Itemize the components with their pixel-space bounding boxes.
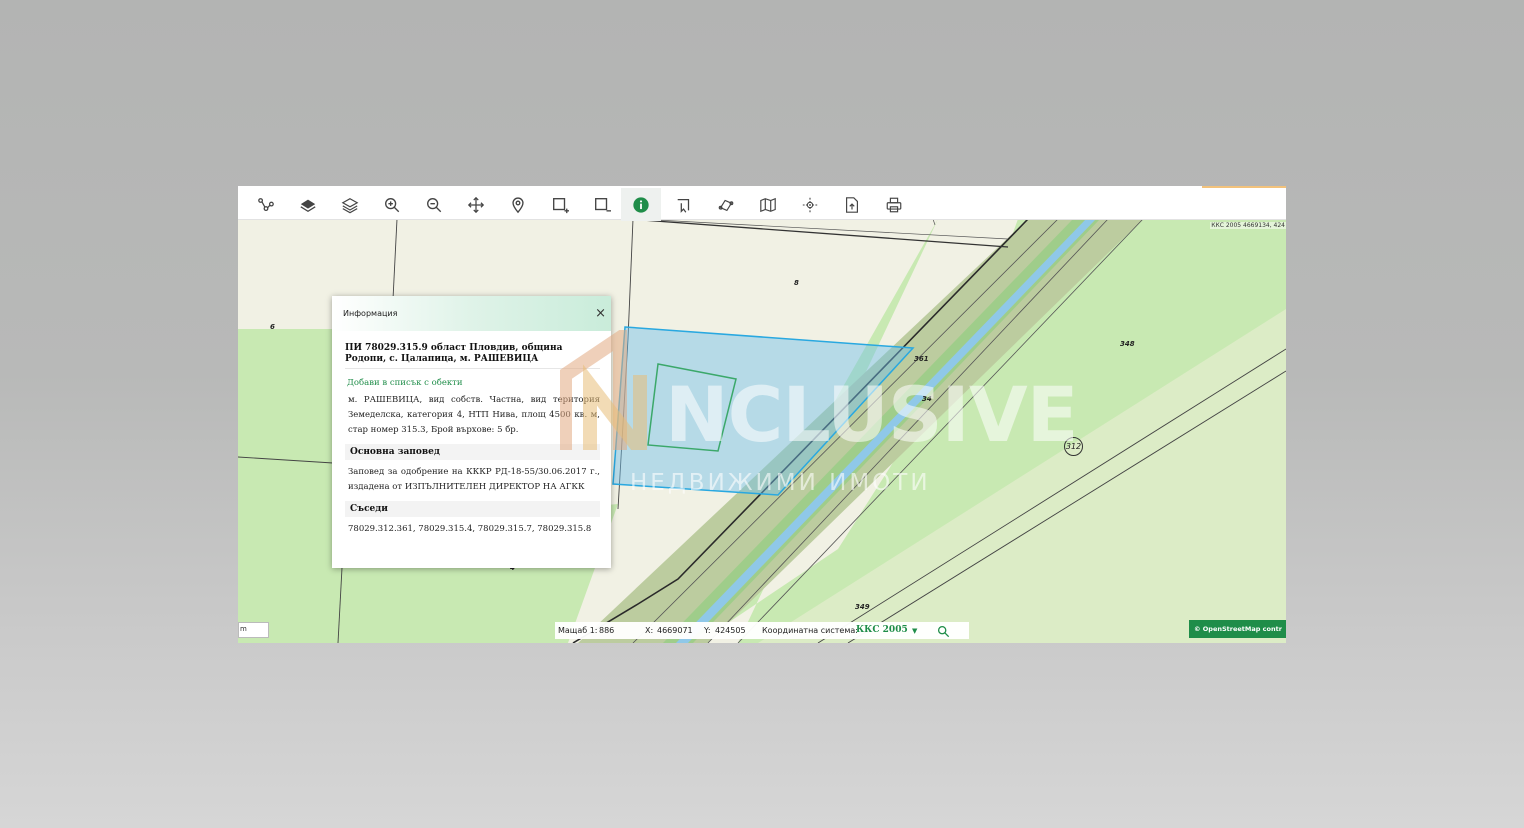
layers-filled-icon <box>300 199 316 212</box>
scale-label: Мащаб 1: <box>558 626 598 635</box>
print-button[interactable] <box>874 188 914 221</box>
layers-button[interactable] <box>288 188 328 221</box>
map-toolbar <box>238 186 1286 221</box>
crs-select[interactable]: ККС 2005 <box>856 625 908 635</box>
rectangle-minus-icon <box>595 197 611 212</box>
zoom-out-icon <box>427 197 442 212</box>
export-button[interactable] <box>832 188 872 221</box>
parcel-title: ПИ 78029.315.9 област Пловдив, община Ро… <box>345 343 600 369</box>
polygon-node-icon <box>718 199 734 211</box>
info-button[interactable] <box>621 188 661 221</box>
locate-button[interactable] <box>498 188 538 221</box>
toolbar-accent-line <box>1202 186 1286 188</box>
info-popup: Информация × ПИ 78029.315.9 област Пловд… <box>332 296 611 568</box>
status-bar: Мащаб 1: 886 X: 4669071 Y: 424505 Коорди… <box>555 622 969 639</box>
parcel-label: 8 <box>794 279 799 287</box>
order-heading: Основна заповед <box>345 444 600 460</box>
zoom-in-icon <box>385 197 400 212</box>
draw-rectangle-add-button[interactable] <box>540 188 580 221</box>
order-text: Заповед за одобрение на КККР РД-18-55/30… <box>348 467 600 492</box>
attribution-badge[interactable]: © OpenStreetMap contr <box>1189 620 1286 638</box>
crosshair-icon <box>802 197 818 212</box>
zoom-out-button[interactable] <box>414 188 454 221</box>
search-icon[interactable] <box>937 625 950 638</box>
parcel-label: 349 <box>855 603 870 611</box>
crs-label: Координатна система: <box>762 626 858 635</box>
y-value: 424505 <box>715 626 746 635</box>
x-value: 4669071 <box>657 626 693 635</box>
popup-body: ПИ 78029.315.9 област Пловдив, община Ро… <box>332 343 611 537</box>
add-to-list-link[interactable]: Добави в списък с обекти <box>347 378 600 388</box>
folded-map-icon <box>760 197 776 212</box>
draw-rectangle-remove-button[interactable] <box>582 188 622 221</box>
cursor-coordinates-readout: ККС 2005 4669134, 424 <box>1210 222 1286 229</box>
pan-button[interactable] <box>456 188 496 221</box>
scale-bar-input[interactable]: m <box>238 622 269 638</box>
map-application: 6 8 348 361 34 349 4 312 ККС 2005 466913… <box>238 186 1286 643</box>
circled-parcel-label: 312 <box>1064 437 1083 456</box>
neighbors-list: 78029.312.361, 78029.315.4, 78029.315.7,… <box>348 524 592 534</box>
map-pin-icon <box>512 196 524 213</box>
popup-title: Информация <box>343 309 398 318</box>
parcel-label: 34 <box>922 395 932 403</box>
select-cursor-icon <box>677 198 690 213</box>
parcel-label: 361 <box>914 355 929 363</box>
popup-header: Информация × <box>332 296 611 331</box>
document-export-icon <box>846 196 858 213</box>
scale-value[interactable]: 886 <box>599 626 614 635</box>
zoom-in-button[interactable] <box>372 188 412 221</box>
select-button[interactable] <box>664 188 704 221</box>
measure-tool-button[interactable] <box>246 188 286 221</box>
move-arrows-icon <box>467 196 485 213</box>
measure-icon <box>258 197 274 211</box>
info-icon <box>633 196 649 213</box>
close-icon[interactable]: × <box>595 306 606 321</box>
layers-outline-icon <box>341 197 359 213</box>
neighbors-heading: Съседи <box>345 501 600 517</box>
printer-icon <box>886 197 902 212</box>
parcel-label: 6 <box>270 323 275 331</box>
map-button[interactable] <box>748 188 788 221</box>
layer-list-button[interactable] <box>330 188 370 221</box>
y-label: Y: <box>704 626 711 635</box>
coordinates-button[interactable] <box>790 188 830 221</box>
rectangle-plus-icon <box>553 197 569 213</box>
chevron-down-icon[interactable]: ▼ <box>912 627 917 635</box>
draw-polygon-button[interactable] <box>706 188 746 221</box>
x-label: X: <box>645 626 654 635</box>
parcel-label: 348 <box>1120 340 1135 348</box>
parcel-description: м. РАШЕВИЦА, вид собств. Частна, вид тер… <box>348 395 600 435</box>
